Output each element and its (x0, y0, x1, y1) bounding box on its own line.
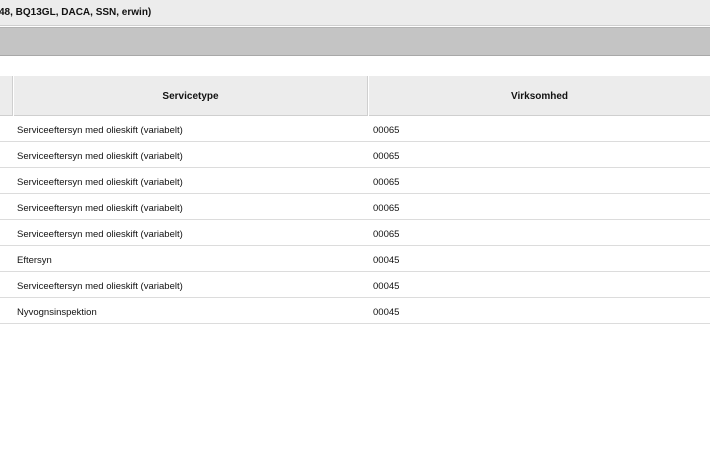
cell-virksomhed: 00045 (373, 281, 400, 292)
cell-virksomhed: 00045 (373, 307, 400, 318)
table-row[interactable]: Serviceeftersyn med olieskift (variabelt… (0, 194, 710, 220)
cell-servicetype: Eftersyn (17, 255, 52, 266)
cell-servicetype: Nyvognsinspektion (17, 307, 97, 318)
cell-virksomhed: 00065 (373, 203, 400, 214)
table-row[interactable]: Nyvognsinspektion 00045 (0, 298, 710, 324)
cell-servicetype: Serviceeftersyn med olieskift (variabelt… (17, 281, 183, 292)
table-row[interactable]: Eftersyn 00045 (0, 246, 710, 272)
table-header: Servicetype Virksomhed (0, 76, 710, 116)
table-row[interactable]: Serviceeftersyn med olieskift (variabelt… (0, 142, 710, 168)
cell-servicetype: Serviceeftersyn med olieskift (variabelt… (17, 177, 183, 188)
cell-virksomhed: 00065 (373, 125, 400, 136)
column-header-virksomhed[interactable]: Virksomhed (369, 91, 710, 102)
cell-servicetype: Serviceeftersyn med olieskift (variabelt… (17, 125, 183, 136)
cell-virksomhed: 00065 (373, 151, 400, 162)
column-header-servicetype[interactable]: Servicetype (14, 91, 367, 102)
cell-virksomhed: 00065 (373, 177, 400, 188)
cell-servicetype: Serviceeftersyn med olieskift (variabelt… (17, 151, 183, 162)
cell-virksomhed: 00065 (373, 229, 400, 240)
toolbar (0, 27, 710, 56)
title-bar: 48, BQ13GL, DACA, SSN, erwin) (0, 0, 710, 26)
service-table: Servicetype Virksomhed Serviceeftersyn m… (0, 76, 710, 324)
cell-virksomhed: 00045 (373, 255, 400, 266)
cell-servicetype: Serviceeftersyn med olieskift (variabelt… (17, 203, 183, 214)
cell-servicetype: Serviceeftersyn med olieskift (variabelt… (17, 229, 183, 240)
table-row[interactable]: Serviceeftersyn med olieskift (variabelt… (0, 220, 710, 246)
window-title: 48, BQ13GL, DACA, SSN, erwin) (0, 7, 152, 18)
table-row[interactable]: Serviceeftersyn med olieskift (variabelt… (0, 116, 710, 142)
table-row[interactable]: Serviceeftersyn med olieskift (variabelt… (0, 168, 710, 194)
table-row[interactable]: Serviceeftersyn med olieskift (variabelt… (0, 272, 710, 298)
